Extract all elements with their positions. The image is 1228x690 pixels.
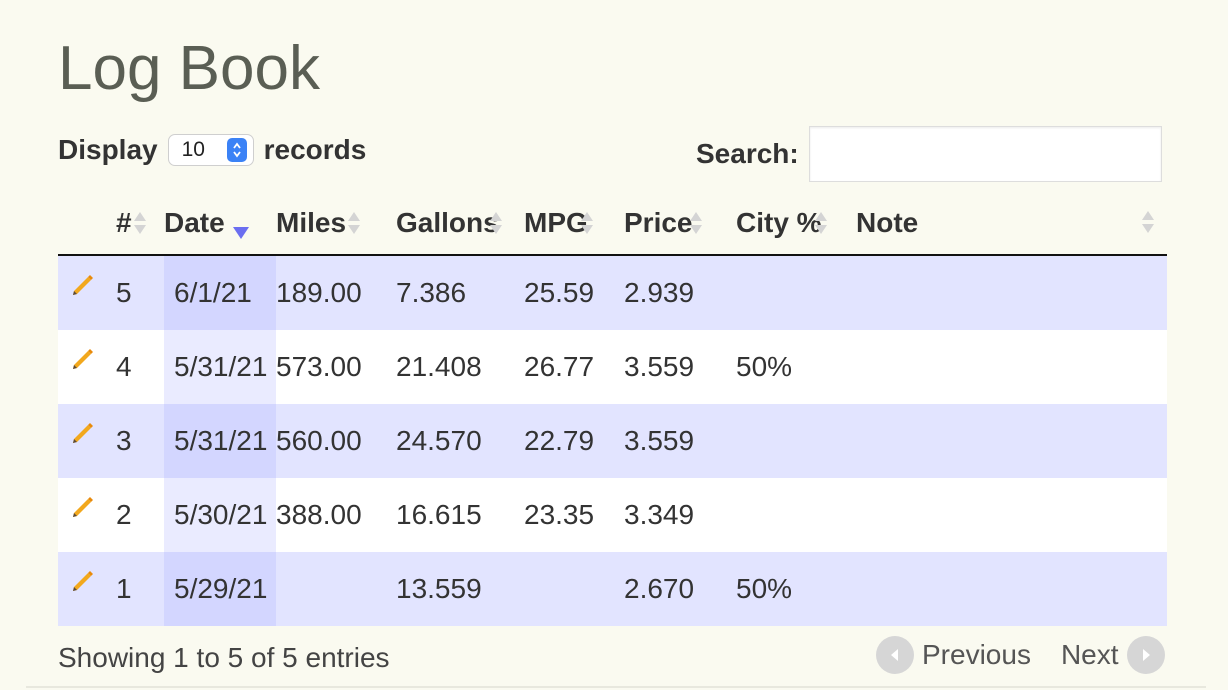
cell-gallons: 13.559 [396,552,524,626]
cell-price: 2.670 [624,552,736,626]
cell-number: 3 [116,404,164,478]
records-per-page-select[interactable]: 10 [167,134,254,166]
page-title: Log Book [58,34,320,103]
header-note[interactable]: Note [856,192,1167,256]
cell-date: 5/30/21 [164,478,276,552]
edit-cell[interactable] [58,552,116,626]
edit-cell[interactable] [58,478,116,552]
sort-both-icon [1141,208,1155,238]
table-row: 3 5/31/21 560.00 24.570 22.79 3.559 [58,404,1167,478]
sort-both-icon [689,209,703,239]
arrow-right-circle-icon [1126,636,1165,674]
cell-mpg: 26.77 [524,330,624,404]
sort-desc-icon [232,226,249,239]
edit-cell[interactable] [58,330,116,404]
sort-both-icon [133,209,147,239]
sort-both-icon [489,209,503,239]
header-edit [58,192,116,256]
sort-both-icon [580,209,594,239]
cell-price: 3.559 [624,404,736,478]
cell-price: 3.559 [624,330,736,404]
pencil-icon[interactable] [68,270,96,305]
cell-note [856,404,1167,478]
cell-number: 4 [116,330,164,404]
next-button[interactable]: Next [1061,636,1165,674]
display-label: Display [58,134,158,165]
cell-mpg [524,552,624,626]
header-price[interactable]: Price [624,192,736,256]
pencil-icon[interactable] [68,492,96,527]
cell-mpg: 25.59 [524,255,624,330]
cell-number: 5 [116,255,164,330]
cell-city [736,404,856,478]
pagination: Previous Next [876,636,1165,674]
cell-miles: 573.00 [276,330,396,404]
table-row: 2 5/30/21 388.00 16.615 23.35 3.349 [58,478,1167,552]
cell-date: 5/31/21 [164,404,276,478]
header-miles[interactable]: Miles [276,192,396,256]
cell-miles: 560.00 [276,404,396,478]
edit-cell[interactable] [58,255,116,330]
cell-miles: 189.00 [276,255,396,330]
log-table: # Date Miles Gallons MPG Price City % No… [58,192,1167,626]
cell-gallons: 7.386 [396,255,524,330]
cell-number: 1 [116,552,164,626]
cell-city: 50% [736,330,856,404]
cell-mpg: 23.35 [524,478,624,552]
cell-gallons: 21.408 [396,330,524,404]
cell-note [856,255,1167,330]
edit-cell[interactable] [58,404,116,478]
cell-date: 5/31/21 [164,330,276,404]
table-row: 4 5/31/21 573.00 21.408 26.77 3.559 50% [58,330,1167,404]
next-label: Next [1060,639,1119,670]
cell-city: 50% [736,552,856,626]
bottom-divider [26,686,1206,688]
cell-gallons: 16.615 [396,478,524,552]
cell-date: 5/29/21 [164,552,276,626]
cell-note [856,478,1167,552]
sort-both-icon [814,209,828,239]
arrow-left-circle-icon [876,636,914,674]
cell-note [856,330,1167,404]
cell-price: 2.939 [624,255,736,330]
pencil-icon[interactable] [68,566,96,601]
pencil-icon[interactable] [68,418,96,453]
header-date[interactable]: Date [164,192,276,256]
cell-city [736,478,856,552]
records-label: records [263,134,367,165]
previous-label: Previous [922,639,1031,670]
cell-note [856,552,1167,626]
cell-city [736,255,856,330]
select-arrows-icon [226,138,247,162]
table-row: 5 6/1/21 189.00 7.386 25.59 2.939 [58,255,1167,330]
cell-price: 3.349 [624,478,736,552]
table-info: Showing 1 to 5 of 5 entries [58,642,390,673]
table-header-row: # Date Miles Gallons MPG Price City % No… [58,192,1167,256]
pencil-icon[interactable] [68,344,96,379]
search-control: Search: [696,126,1162,182]
previous-button[interactable]: Previous [876,636,1031,674]
search-label: Search: [696,138,799,169]
cell-number: 2 [116,478,164,552]
cell-date: 6/1/21 [164,255,276,330]
cell-gallons: 24.570 [396,404,524,478]
header-city[interactable]: City % [736,192,856,256]
header-gallons[interactable]: Gallons [396,192,524,256]
cell-mpg: 22.79 [524,404,624,478]
sort-both-icon [347,209,361,239]
cell-miles: 388.00 [276,478,396,552]
records-length-control: Display 10 records [58,134,366,166]
table-row: 1 5/29/21 13.559 2.670 50% [58,552,1167,626]
header-mpg[interactable]: MPG [524,192,624,256]
cell-miles [276,552,396,626]
search-input[interactable] [808,126,1162,182]
records-per-page-value: 10 [181,138,205,161]
header-number[interactable]: # [116,192,164,256]
